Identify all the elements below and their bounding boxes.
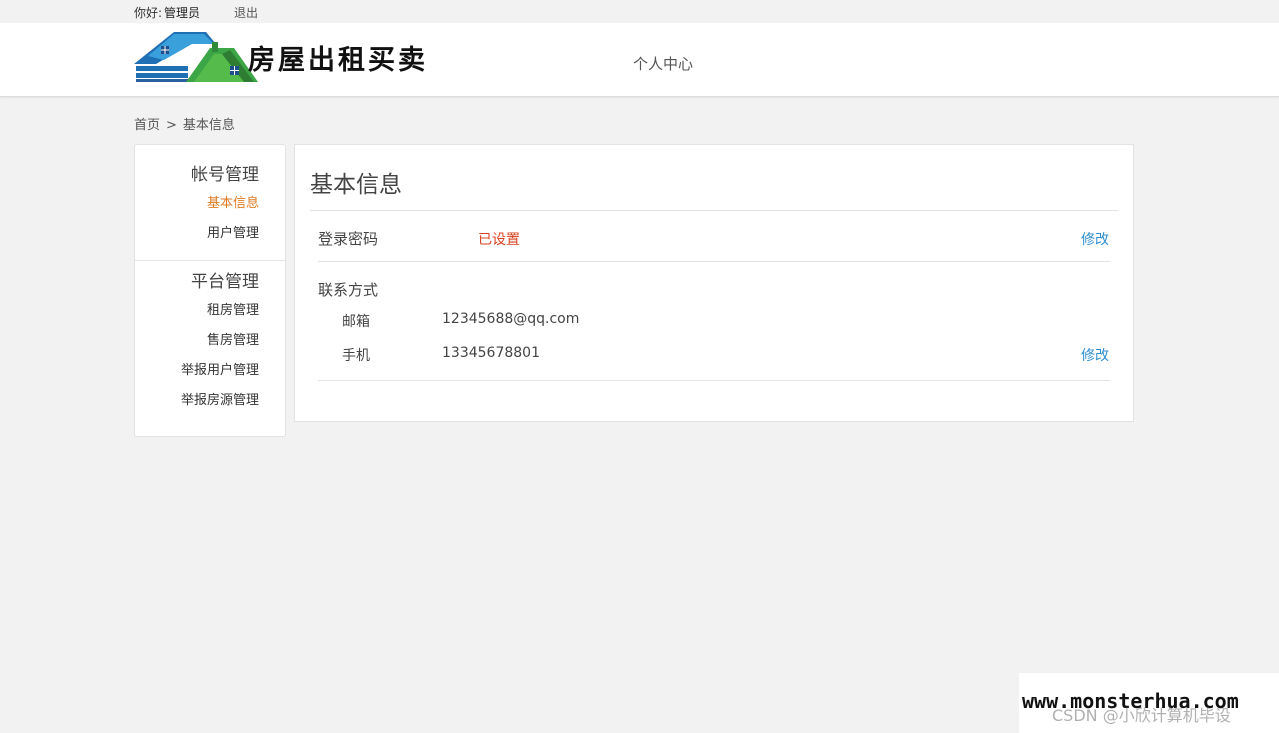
username: 管理员 <box>164 6 201 20</box>
email-value: 12345688@qq.com <box>442 311 580 327</box>
sidebar-item-report-listing-management[interactable]: 举报房源管理 <box>135 386 259 416</box>
edit-password-link[interactable]: 修改 <box>1081 229 1109 249</box>
page-title: 基本信息 <box>310 172 402 198</box>
sidebar-item-rental-management[interactable]: 租房管理 <box>135 296 259 326</box>
sidebar-item-basic-info[interactable]: 基本信息 <box>135 189 259 219</box>
top-bar: 你好: 管理员 退出 <box>0 0 1279 23</box>
breadcrumb-current: 基本信息 <box>182 118 235 133</box>
sidebar-section-account: 帐号管理 基本信息 用户管理 <box>135 145 285 260</box>
sidebar-section-platform: 平台管理 租房管理 售房管理 举报用户管理 举报房源管理 <box>135 261 285 416</box>
sidebar-item-user-management[interactable]: 用户管理 <box>135 219 259 249</box>
edit-contact-link[interactable]: 修改 <box>1081 345 1109 365</box>
logo-text: 房屋出租买卖 <box>248 45 428 76</box>
password-status: 已设置 <box>478 232 520 248</box>
breadcrumb: 首页 > 基本信息 <box>134 114 235 133</box>
sidebar-item-sale-management[interactable]: 售房管理 <box>135 326 259 356</box>
greeting: 你好: 管理员 <box>134 4 200 21</box>
sidebar-title-account: 帐号管理 <box>191 165 259 185</box>
phone-label: 手机 <box>342 348 370 364</box>
password-label: 登录密码 <box>318 230 379 248</box>
title-divider <box>310 210 1118 211</box>
house-logo-icon <box>134 32 258 82</box>
sidebar-title-platform: 平台管理 <box>191 272 259 292</box>
phone-value: 13345678801 <box>442 345 540 361</box>
sidebar: 帐号管理 基本信息 用户管理 平台管理 租房管理 售房管理 举报用户管理 举报房… <box>134 144 286 437</box>
email-label: 邮箱 <box>342 314 370 330</box>
breadcrumb-separator: > <box>166 118 177 133</box>
row-divider <box>318 261 1110 262</box>
breadcrumb-home[interactable]: 首页 <box>134 118 160 133</box>
nav-personal-center[interactable]: 个人中心 <box>633 53 693 74</box>
site-header: 房屋出租买卖 个人中心 <box>0 23 1279 97</box>
contact-label: 联系方式 <box>318 281 379 299</box>
logout-link[interactable]: 退出 <box>234 4 258 21</box>
site-logo[interactable]: 房屋出租买卖 <box>134 30 444 86</box>
greeting-label: 你好: <box>134 6 163 20</box>
contact-divider <box>318 380 1110 381</box>
sidebar-item-report-user-management[interactable]: 举报用户管理 <box>135 356 259 386</box>
main-content: 基本信息 登录密码 已设置 修改 联系方式 邮箱 12345688@qq.com… <box>294 144 1134 422</box>
watermark-csdn: CSDN @小欣计算机毕设 <box>1052 706 1231 725</box>
